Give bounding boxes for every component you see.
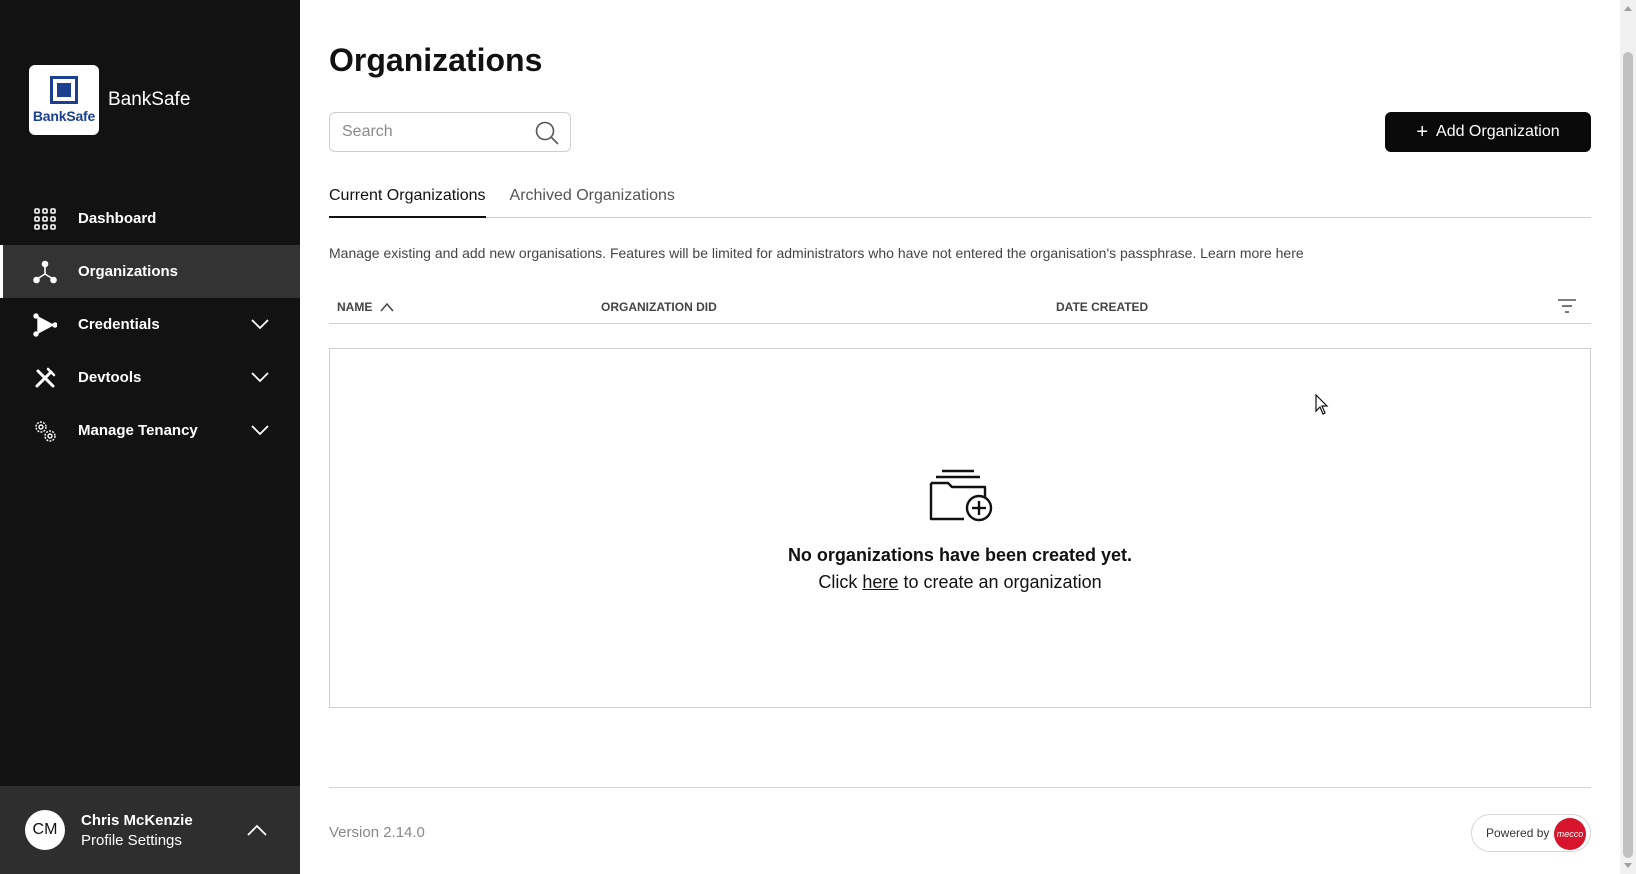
avatar: CM (25, 810, 65, 850)
sidebar-item-label: Credentials (78, 316, 160, 333)
profile-section[interactable]: CM Chris McKenzie Profile Settings (0, 786, 300, 874)
gears-icon (33, 419, 57, 443)
empty-state-subtitle: Click here to create an organization (330, 572, 1590, 593)
table-header: NAME ORGANIZATION DID DATE CREATED (329, 290, 1591, 324)
scroll-down-arrow-icon[interactable] (1624, 863, 1632, 868)
page-description: Manage existing and add new organisation… (329, 245, 1304, 261)
empty-state-sub-before: Click (818, 572, 858, 592)
version-label: Version 2.14.0 (329, 824, 425, 841)
chevron-down-icon[interactable] (250, 314, 270, 334)
brand[interactable]: BankSafe BankSafe (29, 65, 190, 135)
empty-state: No organizations have been created yet. … (329, 348, 1591, 708)
chevron-down-icon[interactable] (250, 367, 270, 387)
empty-state-sub-after: to create an organization (903, 572, 1102, 592)
sidebar-item-credentials[interactable]: Credentials (0, 298, 300, 351)
sidebar: BankSafe BankSafe Dashboard Organization… (0, 0, 300, 874)
tab-archived-organizations[interactable]: Archived Organizations (510, 180, 675, 218)
sidebar-item-organizations[interactable]: Organizations (0, 245, 300, 298)
scrollbar-thumb[interactable] (1623, 52, 1633, 858)
mecco-logo: mecco (1554, 818, 1586, 850)
sidebar-item-devtools[interactable]: Devtools (0, 351, 300, 404)
scroll-up-arrow-icon[interactable] (1624, 6, 1632, 11)
column-label: DATE CREATED (1056, 300, 1149, 314)
sidebar-item-dashboard[interactable]: Dashboard (0, 192, 300, 245)
add-folder-stack-icon (929, 469, 993, 522)
logo-text: BankSafe (32, 108, 96, 124)
mouse-cursor-icon (1315, 394, 1329, 415)
credentials-icon (33, 312, 57, 337)
tools-icon (33, 366, 57, 390)
tabs: Current Organizations Archived Organizat… (329, 180, 1591, 218)
vertical-scrollbar[interactable] (1620, 0, 1636, 874)
sidebar-item-label: Organizations (78, 263, 179, 280)
profile-settings-link[interactable]: Profile Settings (81, 832, 193, 849)
footer-divider (329, 787, 1591, 788)
chevron-up-icon[interactable] (246, 820, 268, 840)
sidebar-item-label: Devtools (78, 369, 142, 386)
search-icon[interactable] (534, 120, 560, 146)
column-label: ORGANIZATION DID (601, 300, 717, 314)
profile-name: Chris McKenzie (81, 811, 193, 829)
column-organization-did[interactable]: ORGANIZATION DID (601, 300, 717, 314)
add-organization-label: Add Organization (1436, 123, 1560, 140)
sidebar-item-manage-tenancy[interactable]: Manage Tenancy (0, 404, 300, 457)
sidebar-item-label: Manage Tenancy (78, 422, 198, 439)
column-label: NAME (337, 300, 373, 314)
sidebar-item-label: Dashboard (78, 210, 157, 227)
brand-name: BankSafe (108, 89, 191, 110)
tab-current-organizations[interactable]: Current Organizations (329, 180, 486, 218)
sort-ascending-icon[interactable] (380, 302, 394, 312)
org-tree-icon (33, 260, 57, 284)
column-name[interactable]: NAME (337, 300, 394, 314)
powered-by-text: Powered by (1486, 826, 1550, 840)
add-organization-button[interactable]: + Add Organization (1385, 112, 1591, 152)
empty-state-title: No organizations have been created yet. (787, 545, 1133, 565)
chevron-down-icon[interactable] (250, 420, 270, 440)
page-title: Organizations (329, 42, 543, 78)
logo-mark-icon (50, 76, 78, 104)
search-box[interactable] (329, 112, 571, 152)
main-content: Organizations + Add Organization Current… (329, 0, 1591, 874)
plus-icon: + (1416, 121, 1429, 143)
sidebar-nav: Dashboard Organizations Credentials Devt… (0, 192, 300, 457)
grid-icon (33, 207, 57, 231)
powered-by-badge[interactable]: Powered by mecco (1471, 814, 1591, 852)
banksafe-logo: BankSafe (29, 65, 99, 135)
filter-icon[interactable] (1557, 297, 1577, 315)
create-organization-link[interactable]: here (862, 572, 898, 592)
search-input[interactable] (342, 123, 522, 141)
column-date-created[interactable]: DATE CREATED (1056, 300, 1148, 314)
